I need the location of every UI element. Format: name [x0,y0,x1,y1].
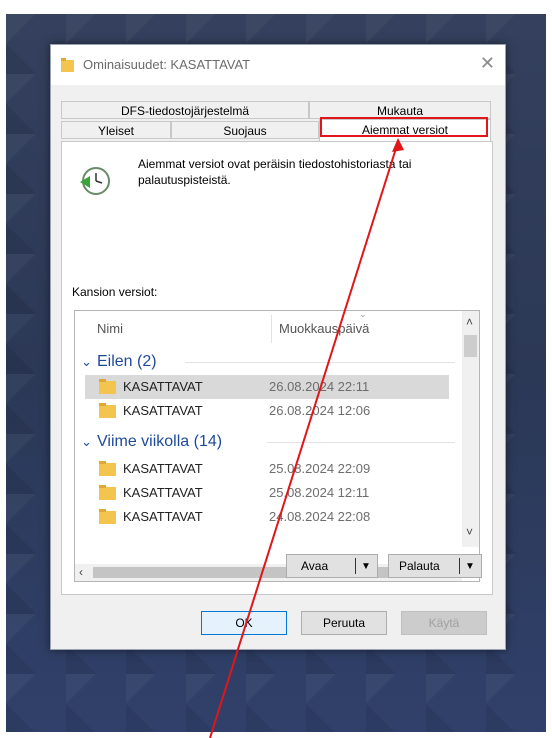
annotation-arrow [209,138,404,738]
annotation-arrow-head [392,138,404,152]
annotation-arrow-line [209,141,399,738]
